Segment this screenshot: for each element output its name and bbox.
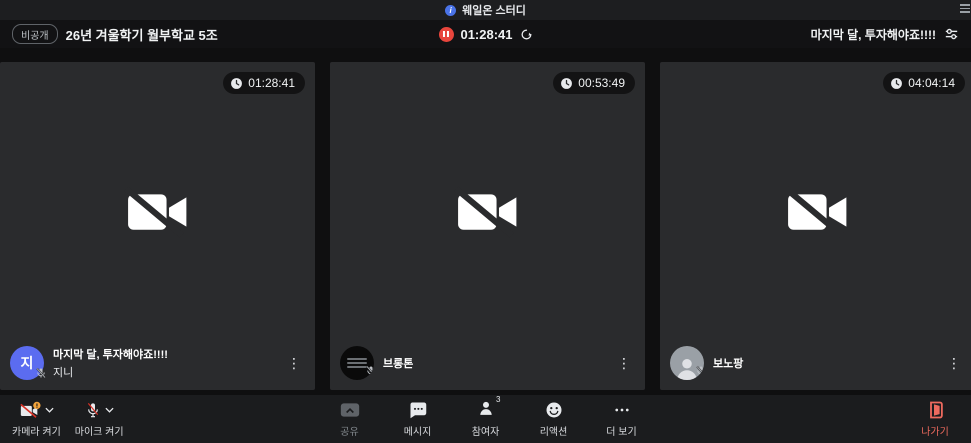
clock-icon — [890, 77, 903, 90]
mic-muted-icon — [695, 364, 704, 380]
video-tile: 01:28:41 지 — [0, 62, 315, 390]
participants-button[interactable]: 3 참여자 — [464, 400, 508, 438]
leave-label: 나가기 — [921, 423, 949, 438]
exit-door-icon — [928, 401, 943, 419]
video-tile: 00:53:49 — [330, 62, 645, 390]
message-button[interactable]: 메시지 — [396, 400, 440, 438]
more-label: 더 보기 — [606, 423, 636, 438]
session-timer: 01:28:41 — [460, 27, 512, 42]
tile-kebab-menu-icon[interactable]: ⋮ — [941, 354, 967, 372]
mic-muted-icon — [35, 366, 47, 382]
tile-timer-badge: 00:53:49 — [553, 72, 635, 94]
camera-off-icon — [781, 181, 855, 244]
mic-toggle-button[interactable]: 마이크 켜기 — [75, 400, 124, 438]
settings-sliders-icon[interactable] — [944, 27, 959, 41]
tile-kebab-menu-icon[interactable]: ⋮ — [281, 354, 307, 372]
tile-user-name: 보노팡 — [713, 355, 743, 371]
message-label: 메시지 — [404, 423, 432, 438]
refresh-icon[interactable] — [520, 28, 533, 41]
tile-user-name: 브롱톤 — [383, 355, 413, 371]
mic-toggle-label: 마이크 켜기 — [75, 423, 124, 438]
control-bar: 카메라 켜기 마이크 켜기 — [0, 395, 971, 443]
room-title: 26년 겨울학기 월부학교 5조 — [66, 25, 218, 44]
tile-user-name: 지니 — [53, 364, 168, 380]
tile-timer: 01:28:41 — [248, 76, 295, 90]
top-bar: i 웨일온 스터디 — [0, 0, 971, 20]
privacy-badge: 비공개 — [12, 24, 58, 44]
chevron-down-icon[interactable] — [45, 407, 54, 413]
video-tile: 04:04:14 — [660, 62, 971, 390]
avatar: 지 — [10, 346, 44, 380]
more-button[interactable]: 더 보기 — [600, 400, 644, 438]
hamburger-menu-icon[interactable] — [960, 4, 970, 13]
share-button[interactable]: 공유 — [328, 400, 372, 438]
info-icon: i — [445, 5, 456, 16]
tile-timer: 04:04:14 — [908, 76, 955, 90]
tile-timer-badge: 04:04:14 — [883, 72, 965, 94]
camera-toggle-label: 카메라 켜기 — [12, 423, 61, 438]
app-title-group: i 웨일온 스터디 — [445, 2, 526, 18]
participants-count-badge: 3 — [496, 395, 500, 404]
camera-off-icon — [121, 181, 195, 244]
tile-status-message: 마지막 달, 투자해야죠!!!! — [53, 346, 168, 362]
camera-off-icon — [451, 181, 525, 244]
camera-off-icon — [19, 401, 41, 419]
camera-toggle-button[interactable]: 카메라 켜기 — [12, 400, 61, 438]
clock-icon — [230, 77, 243, 90]
pause-timer-button[interactable] — [438, 27, 453, 42]
room-status-message: 마지막 달, 투자해야죠!!!! — [811, 26, 936, 43]
leave-button[interactable]: 나가기 — [913, 400, 957, 438]
smiley-reaction-icon — [545, 401, 563, 419]
message-icon — [409, 401, 427, 419]
participants-icon — [478, 399, 494, 416]
room-header: 비공개 26년 겨울학기 월부학교 5조 01:28:41 마지막 달, 투자해… — [0, 20, 971, 48]
mic-off-icon — [85, 401, 101, 419]
participants-label: 참여자 — [472, 423, 500, 438]
more-dots-icon — [613, 401, 631, 419]
clock-icon — [560, 77, 573, 90]
share-label: 공유 — [340, 423, 358, 438]
mic-muted-icon — [365, 364, 374, 380]
tile-kebab-menu-icon[interactable]: ⋮ — [611, 354, 637, 372]
screen-share-icon — [340, 402, 360, 418]
app-title: 웨일온 스터디 — [462, 2, 526, 18]
avatar-image — [340, 346, 374, 380]
avatar-person-icon — [670, 346, 704, 380]
tile-timer-badge: 01:28:41 — [223, 72, 305, 94]
chevron-down-icon[interactable] — [105, 407, 114, 413]
video-grid: 01:28:41 지 — [0, 48, 971, 395]
avatar-initial: 지 — [21, 353, 34, 373]
reaction-label: 리액션 — [540, 423, 568, 438]
tile-timer: 00:53:49 — [578, 76, 625, 90]
reaction-button[interactable]: 리액션 — [532, 400, 576, 438]
